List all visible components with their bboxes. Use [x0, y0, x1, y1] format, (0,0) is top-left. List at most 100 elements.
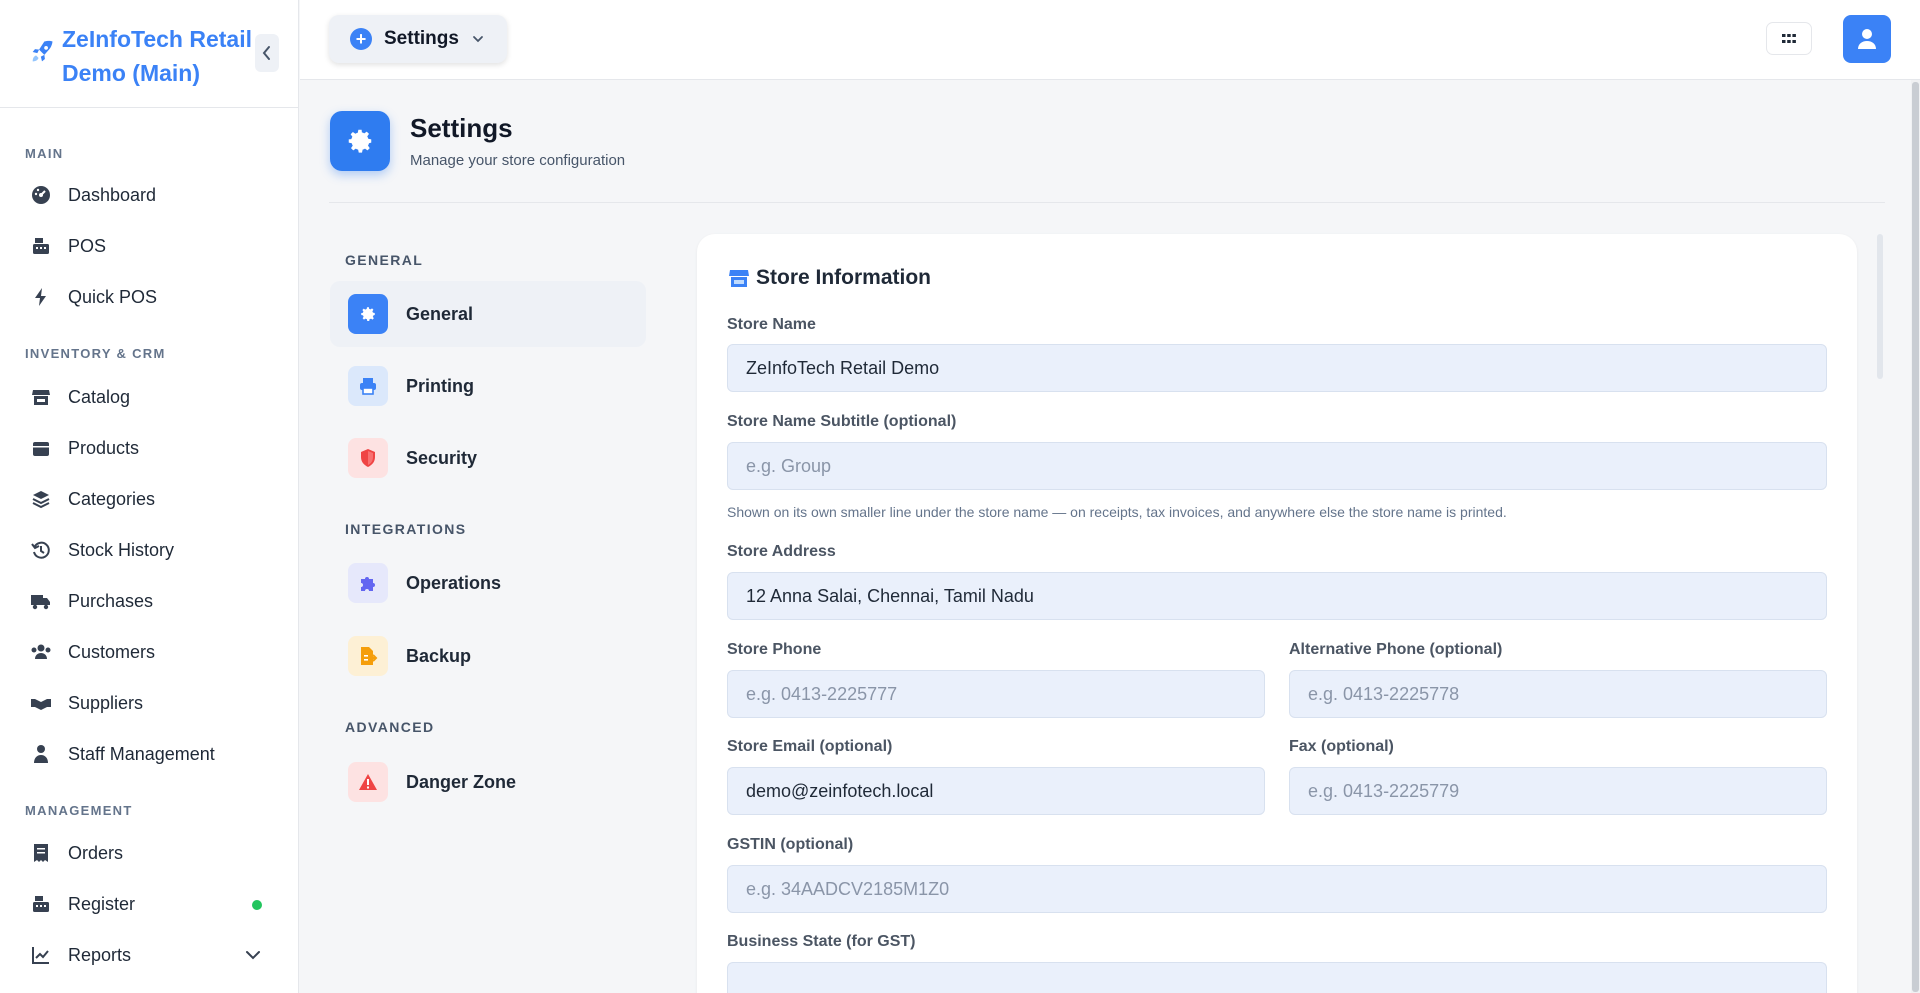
puzzle-icon [348, 563, 388, 603]
business-state-select[interactable] [727, 962, 1827, 993]
settings-tab-security[interactable]: Security [330, 425, 646, 491]
printer-icon [348, 366, 388, 406]
store-phone-label: Store Phone [727, 641, 822, 658]
store-phone-input[interactable] [727, 670, 1265, 718]
sidebar-item-reports[interactable]: Reports [28, 940, 268, 970]
settings-tab-danger-zone[interactable]: Danger Zone [330, 749, 646, 815]
page-subtitle: Manage your store configuration [410, 152, 626, 169]
sidebar-item-products[interactable]: Products [28, 433, 268, 463]
gstin-input[interactable] [727, 865, 1827, 913]
card-title: Store Information [728, 266, 931, 290]
settings-tab-printing[interactable]: Printing [330, 353, 646, 419]
page-title: Settings [410, 113, 513, 143]
store-subtitle-label: Store Name Subtitle (optional) [727, 413, 957, 430]
shield-icon [348, 438, 388, 478]
sidebar-item-purchases[interactable]: Purchases [28, 586, 268, 616]
business-state-label: Business State (for GST) [727, 933, 916, 950]
sidebar-item-customers[interactable]: Customers [28, 637, 268, 667]
chevron-down-icon [473, 36, 483, 43]
plus-circle-icon: + [350, 28, 372, 50]
bolt-icon [28, 284, 54, 310]
fax-input[interactable] [1289, 767, 1827, 815]
store-subtitle-input[interactable] [727, 442, 1827, 490]
settings-tab-operations[interactable]: Operations [330, 550, 646, 616]
sidebar-item-register[interactable]: Register [28, 889, 268, 919]
sidebar-item-suppliers[interactable]: Suppliers [28, 688, 268, 718]
gear-icon [348, 294, 388, 334]
brand-title: ZeInfoTech Retail Demo (Main) [62, 26, 252, 86]
sidebar-section-management: MANAGEMENT [25, 803, 133, 818]
sidebar-section-inventory: INVENTORY & CRM [25, 346, 166, 361]
header-divider [329, 202, 1885, 203]
rocket-icon [32, 40, 53, 62]
page-scrollbar[interactable] [1911, 80, 1920, 993]
sidebar-item-stock-history[interactable]: Stock History [28, 535, 268, 565]
grid-icon [1782, 33, 1796, 43]
user-icon [1858, 29, 1876, 49]
settings-tab-label: Security [406, 447, 478, 468]
collapse-sidebar-button[interactable] [255, 34, 279, 72]
gear-icon [348, 129, 372, 153]
sidebar-item-orders[interactable]: Orders [28, 838, 268, 868]
sidebar-item-categories[interactable]: Categories [28, 484, 268, 514]
settings-group-advanced: ADVANCED [345, 719, 435, 735]
sidebar-item-label: Categories [68, 488, 156, 509]
page-switcher-button[interactable]: + Settings [329, 15, 507, 63]
sidebar-item-label: Suppliers [68, 692, 144, 713]
topbar: + Settings [300, 0, 1920, 80]
settings-tab-backup[interactable]: Backup [330, 623, 646, 689]
sidebar-section-main: MAIN [25, 146, 64, 161]
settings-tab-general[interactable]: General [330, 281, 646, 347]
sidebar-item-label: Staff Management [68, 743, 215, 764]
settings-group-integrations: INTEGRATIONS [345, 521, 467, 537]
alt-phone-label: Alternative Phone (optional) [1289, 641, 1503, 658]
sidebar-item-label: Customers [68, 641, 156, 662]
sidebar-item-label: Register [68, 893, 136, 914]
store-address-label: Store Address [727, 543, 836, 560]
store-name-input[interactable] [727, 344, 1827, 392]
sidebar-item-label: Catalog [68, 386, 131, 407]
user-tie-icon [28, 741, 54, 767]
fax-label: Fax (optional) [1289, 738, 1394, 755]
chevron-left-icon [262, 46, 270, 60]
handshake-icon [28, 690, 54, 716]
store-icon [729, 270, 749, 287]
alt-phone-input[interactable] [1289, 670, 1827, 718]
cash-register-icon [28, 233, 54, 259]
page-switcher-label: Settings [384, 28, 459, 49]
settings-tab-label: General [406, 303, 474, 324]
settings-tab-label: Printing [406, 375, 474, 396]
sidebar-item-label: Dashboard [68, 184, 157, 205]
sidebar-item-label: POS [68, 235, 107, 256]
settings-tab-label: Operations [406, 572, 502, 593]
card-scrollbar[interactable] [1877, 234, 1883, 379]
sidebar: ZeInfoTech Retail Demo (Main) MAIN Dashb… [0, 0, 299, 993]
user-menu-button[interactable] [1843, 15, 1891, 63]
warning-icon [348, 762, 388, 802]
store-name-label: Store Name [727, 316, 816, 333]
sidebar-item-label: Reports [68, 944, 132, 965]
sidebar-item-label: Quick POS [68, 286, 158, 307]
sidebar-item-label: Stock History [68, 539, 175, 560]
sidebar-item-dashboard[interactable]: Dashboard [28, 180, 268, 210]
layers-icon [28, 486, 54, 512]
history-icon [28, 537, 54, 563]
page-scrollbar-thumb[interactable] [1912, 82, 1919, 992]
chevron-down-icon[interactable] [244, 946, 262, 964]
sidebar-item-staff-management[interactable]: Staff Management [28, 739, 268, 769]
store-address-input[interactable] [727, 572, 1827, 620]
sidebar-item-pos[interactable]: POS [28, 231, 268, 261]
brand: ZeInfoTech Retail Demo (Main) [0, 0, 298, 108]
chart-line-icon [28, 942, 54, 968]
settings-header-icon [330, 111, 390, 171]
sidebar-item-quick-pos[interactable]: Quick POS [28, 282, 268, 312]
store-email-input[interactable] [727, 767, 1265, 815]
settings-tab-label: Danger Zone [406, 771, 517, 792]
receipt-icon [28, 840, 54, 866]
sidebar-item-catalog[interactable]: Catalog [28, 382, 268, 412]
store-subtitle-hint: Shown on its own smaller line under the … [727, 504, 1507, 520]
settings-group-general: GENERAL [345, 252, 424, 268]
apps-grid-button[interactable] [1766, 22, 1812, 55]
store-information-title: Store Information [756, 266, 932, 289]
dashboard-icon [28, 182, 54, 208]
